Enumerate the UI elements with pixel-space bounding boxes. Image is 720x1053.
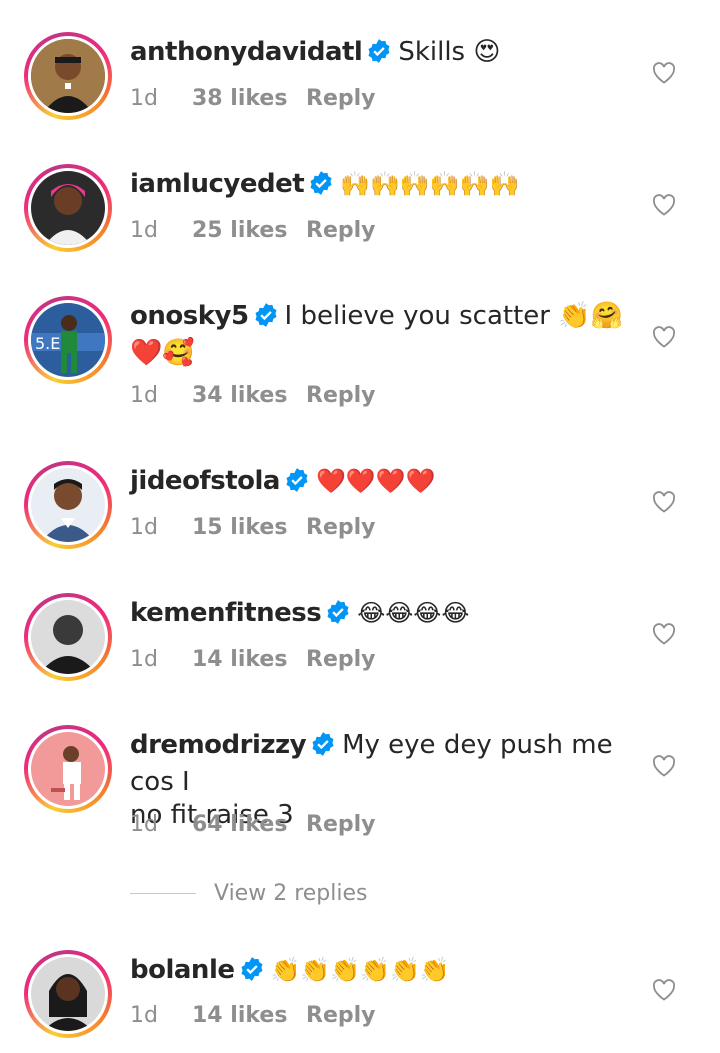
- timestamp: 1d: [130, 515, 158, 540]
- reply-button[interactable]: Reply: [306, 812, 376, 837]
- avatar[interactable]: [24, 950, 112, 1038]
- avatar-image: [31, 39, 105, 113]
- username[interactable]: anthonydavidatl: [130, 37, 363, 67]
- verified-badge-icon: [253, 302, 279, 337]
- username[interactable]: kemenfitness: [130, 598, 322, 628]
- verified-badge-icon: [325, 599, 351, 634]
- verified-badge-icon: [310, 731, 336, 766]
- view-replies-button[interactable]: View 2 replies: [130, 881, 367, 906]
- verified-badge-icon: [366, 38, 392, 73]
- heart-outline-icon[interactable]: [652, 623, 676, 645]
- timestamp: 1d: [130, 647, 158, 672]
- likes-count[interactable]: 25 likes: [192, 218, 306, 243]
- username[interactable]: jideofstola: [130, 466, 280, 496]
- heart-outline-icon[interactable]: [652, 755, 676, 777]
- verified-badge-icon: [308, 170, 334, 205]
- comment-text: 👏👏👏👏👏👏: [270, 956, 450, 984]
- avatar[interactable]: [24, 593, 112, 681]
- avatar-image: [31, 171, 105, 245]
- likes-count[interactable]: 14 likes: [192, 647, 306, 672]
- reply-button[interactable]: Reply: [306, 218, 376, 243]
- reply-button[interactable]: Reply: [306, 647, 376, 672]
- verified-badge-icon: [239, 956, 265, 991]
- heart-outline-icon[interactable]: [652, 194, 676, 216]
- username[interactable]: bolanle: [130, 955, 235, 985]
- likes-count[interactable]: 38 likes: [192, 86, 306, 111]
- timestamp: 1d: [130, 86, 158, 111]
- likes-count[interactable]: 15 likes: [192, 515, 306, 540]
- likes-count[interactable]: 14 likes: [192, 1003, 306, 1028]
- username[interactable]: iamlucyedet: [130, 169, 305, 199]
- comment-text: Skills 😍: [398, 37, 501, 67]
- avatar-image: [31, 732, 105, 806]
- verified-badge-icon: [284, 467, 310, 502]
- comment-text: I believe you scatter 👏🤗: [284, 301, 623, 331]
- heart-outline-icon[interactable]: [652, 979, 676, 1001]
- heart-outline-icon[interactable]: [652, 491, 676, 513]
- view-replies-label: View 2 replies: [214, 881, 368, 906]
- avatar-image: [31, 468, 105, 542]
- reply-button[interactable]: Reply: [306, 383, 376, 408]
- avatar[interactable]: [24, 461, 112, 549]
- comment-text: 😂😂😂😂: [357, 599, 470, 627]
- comment-text: ❤️❤️❤️❤️: [315, 467, 436, 495]
- comment-text-line-2: ❤️🥰: [130, 338, 195, 368]
- avatar[interactable]: [24, 32, 112, 120]
- comment-text: 🙌🙌🙌🙌🙌🙌: [340, 170, 520, 198]
- timestamp: 1d: [130, 812, 158, 837]
- heart-outline-icon[interactable]: [652, 62, 676, 84]
- divider: [130, 893, 196, 894]
- reply-button[interactable]: Reply: [306, 515, 376, 540]
- reply-button[interactable]: Reply: [306, 86, 376, 111]
- reply-button[interactable]: Reply: [306, 1003, 376, 1028]
- timestamp: 1d: [130, 218, 158, 243]
- username[interactable]: dremodrizzy: [130, 730, 307, 760]
- likes-count[interactable]: 34 likes: [192, 383, 306, 408]
- avatar-image: 5.EW: [31, 303, 105, 377]
- avatar-image: [31, 957, 105, 1031]
- heart-outline-icon[interactable]: [652, 326, 676, 348]
- avatar[interactable]: 5.EW: [24, 296, 112, 384]
- timestamp: 1d: [130, 1003, 158, 1028]
- avatar[interactable]: [24, 725, 112, 813]
- timestamp: 1d: [130, 383, 158, 408]
- username[interactable]: onosky5: [130, 301, 249, 331]
- likes-count[interactable]: 64 likes: [192, 812, 306, 837]
- avatar-image: [31, 600, 105, 674]
- avatar[interactable]: [24, 164, 112, 252]
